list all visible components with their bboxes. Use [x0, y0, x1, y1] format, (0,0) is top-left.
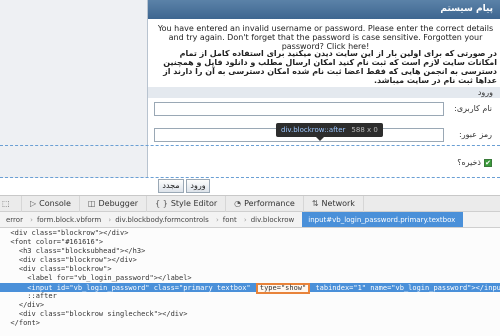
- breadcrumb-item[interactable]: div.blockrow: [245, 212, 304, 227]
- tab-performance[interactable]: ◔ Performance: [226, 195, 304, 212]
- devtools-panel: ⬚ ▷ Console ◫ Debugger { } Style Editor ◔ Pe…: [0, 195, 500, 336]
- code-line[interactable]: </div>: [0, 301, 500, 310]
- breadcrumb-item[interactable]: font: [217, 212, 247, 227]
- pick-element-icon: ⬚: [2, 199, 10, 208]
- page-title: پیام سیستم: [148, 0, 500, 19]
- code-line-selected[interactable]: <input id="vb_login_password" class="pri…: [0, 283, 500, 294]
- breadcrumb-item[interactable]: error: [0, 212, 33, 227]
- left-panel: [0, 0, 147, 178]
- element-highlight-bottom: [0, 177, 500, 178]
- markup-view: <div class="blockrow"></div> <font color…: [0, 229, 500, 336]
- tooltip-selector: div.blockrow::after: [281, 126, 346, 134]
- tab-console[interactable]: ▷ Console: [22, 195, 80, 212]
- network-icon: ⇅: [311, 199, 319, 208]
- reset-button[interactable]: مجدد: [158, 179, 184, 193]
- tooltip-dimensions: 588 x 0: [351, 126, 378, 134]
- type-show-highlight[interactable]: type="show": [255, 283, 311, 294]
- breadcrumb-item[interactable]: form.block.vbform: [31, 212, 112, 227]
- password-label: رمز عبور:: [459, 130, 492, 139]
- tab-style-editor[interactable]: { } Style Editor: [147, 195, 227, 212]
- code-line[interactable]: <div class="blockrow"></div>: [0, 229, 500, 238]
- breadcrumb: error form.block.vbform div.blockbody.fo…: [0, 212, 500, 228]
- element-highlight-top: [0, 145, 500, 146]
- code-line[interactable]: <h3 class="blocksubhead"></h3>: [0, 247, 500, 256]
- error-message: You have entered an invalid username or …: [157, 24, 494, 51]
- tab-network[interactable]: ⇅ Network: [304, 195, 364, 212]
- code-text: tabindex="1" name="vb_login_password"></…: [311, 284, 500, 292]
- code-line[interactable]: <div class="blockrow singlecheck"></div>: [0, 310, 500, 319]
- code-line[interactable]: ::after: [0, 292, 500, 301]
- devtools-tabs: ⬚ ▷ Console ◫ Debugger { } Style Editor ◔ Pe…: [0, 195, 500, 212]
- breadcrumb-item-active[interactable]: input#vb_login_password.primary.textbox: [302, 212, 464, 227]
- code-line[interactable]: <font color="#161616">: [0, 238, 500, 247]
- breadcrumb-item[interactable]: div.blockbody.formcontrols: [109, 212, 218, 227]
- username-input[interactable]: [154, 102, 444, 116]
- debugger-icon: ◫: [87, 199, 96, 208]
- tooltip-arrow: [316, 137, 324, 141]
- tab-debugger[interactable]: ◫ Debugger: [80, 195, 148, 212]
- login-form: پیام سیستم You have entered an invalid u…: [147, 0, 500, 178]
- style-editor-icon: { }: [155, 199, 168, 208]
- performance-icon: ◔: [234, 199, 242, 208]
- code-line[interactable]: <div class="blockrow"></div>: [0, 256, 500, 265]
- code-line[interactable]: </font>: [0, 319, 500, 328]
- code-text: <input id="vb_login_password" class="pri…: [2, 284, 255, 292]
- inspector-tab-stub[interactable]: ⬚: [0, 195, 22, 212]
- username-label: نام کاربری:: [454, 104, 492, 113]
- code-line[interactable]: <div class="blockrow">: [0, 265, 500, 274]
- registration-info: در صورتی که برای اولین بار از این سایت د…: [163, 49, 497, 85]
- remember-label: ذخیره؟: [457, 158, 481, 167]
- console-icon: ▷: [30, 199, 37, 208]
- remember-checkbox[interactable]: ✔: [484, 158, 492, 167]
- remember-me-row[interactable]: ✔ ذخیره؟: [457, 158, 492, 167]
- login-button[interactable]: ورود: [186, 179, 210, 193]
- code-line[interactable]: <label for="vb_login_password"></label>: [0, 274, 500, 283]
- inspector-tooltip: div.blockrow::after 588 x 0: [276, 123, 383, 137]
- login-section-header: ورود: [148, 87, 500, 98]
